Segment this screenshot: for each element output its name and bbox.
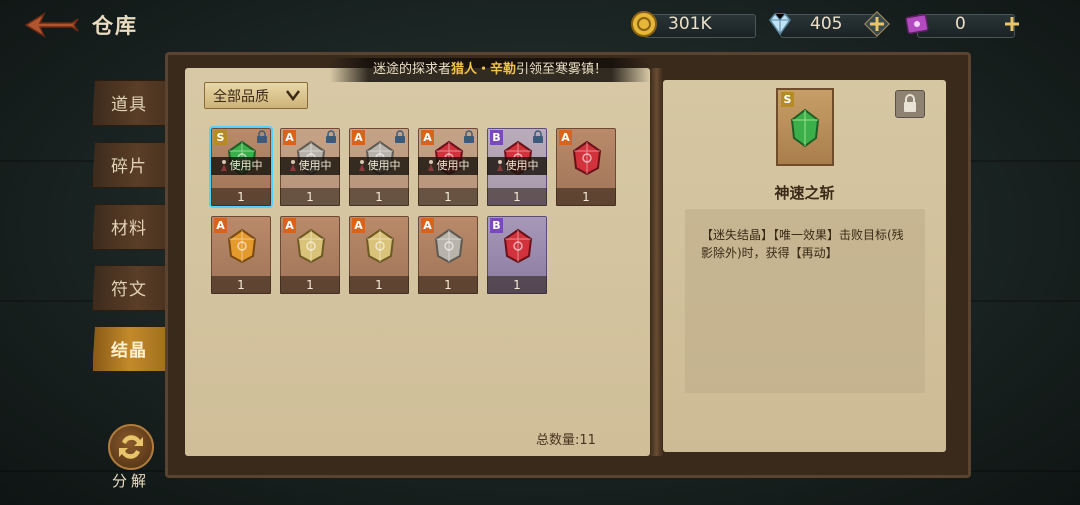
add-ticket-button[interactable] bbox=[999, 11, 1025, 37]
crystal-slot[interactable]: A1 bbox=[211, 216, 271, 294]
diamond-icon bbox=[766, 10, 794, 38]
item-count: 1 bbox=[211, 276, 271, 294]
item-count: 1 bbox=[280, 276, 340, 294]
in-use-tag: 使用中 bbox=[487, 157, 547, 175]
tab-label: 碎片 bbox=[111, 157, 147, 177]
lock-icon bbox=[257, 130, 267, 143]
grade-badge: A bbox=[421, 218, 434, 233]
tab-fragments[interactable]: 碎片 bbox=[92, 138, 168, 190]
crystal-slot[interactable]: B1 bbox=[487, 216, 547, 294]
red-crystal-icon bbox=[503, 228, 533, 264]
grade-badge: S bbox=[214, 130, 227, 145]
lock-toggle-button[interactable] bbox=[895, 90, 925, 118]
tab-crystals[interactable]: 结晶 bbox=[92, 322, 168, 374]
tab-materials[interactable]: 材料 bbox=[92, 200, 168, 252]
detail-item-card: S bbox=[776, 88, 834, 166]
diamond-resource: 405 bbox=[766, 10, 890, 40]
decompose-button[interactable]: 分解 bbox=[104, 424, 158, 490]
item-count: 1 bbox=[418, 276, 478, 294]
grade-badge: B bbox=[490, 218, 503, 233]
lock-icon bbox=[464, 130, 474, 143]
silver-crystal-icon bbox=[434, 228, 464, 264]
grade-badge: A bbox=[421, 130, 434, 145]
red-crystal-icon bbox=[572, 140, 602, 176]
lock-icon bbox=[904, 94, 916, 112]
crystal-slot[interactable]: B 使用中 1 bbox=[487, 128, 547, 206]
recycle-icon bbox=[119, 435, 143, 459]
lock-icon bbox=[395, 130, 405, 143]
hero-figure-icon bbox=[220, 159, 228, 171]
gold-coin-icon bbox=[630, 10, 658, 38]
lock-icon bbox=[533, 130, 543, 143]
grade-badge: A bbox=[559, 130, 572, 145]
in-use-tag: 使用中 bbox=[349, 157, 409, 175]
in-use-tag: 使用中 bbox=[280, 157, 340, 175]
crystal-slot[interactable]: S 使用中 1 bbox=[209, 126, 273, 208]
top-bar: 仓库 301K 405 0 bbox=[0, 0, 1080, 52]
crystal-slot[interactable]: A1 bbox=[556, 128, 616, 206]
ticket-value: 0 bbox=[955, 14, 966, 34]
item-count: 1 bbox=[349, 188, 409, 206]
ticket-resource: 0 bbox=[903, 10, 1027, 40]
item-count: 1 bbox=[349, 276, 409, 294]
chevron-down-icon bbox=[286, 90, 300, 101]
crystal-slot[interactable]: A 使用中 1 bbox=[418, 128, 478, 206]
tab-items[interactable]: 道具 bbox=[92, 76, 168, 128]
grade-badge: A bbox=[352, 130, 365, 145]
item-count: 1 bbox=[487, 188, 547, 206]
purple-ticket-icon bbox=[903, 10, 931, 38]
item-count: 1 bbox=[556, 188, 616, 206]
grade-badge: A bbox=[283, 130, 296, 145]
item-count: 1 bbox=[487, 276, 547, 294]
grade-badge: B bbox=[490, 130, 503, 145]
tab-label: 道具 bbox=[111, 95, 147, 115]
hero-figure-icon bbox=[289, 159, 297, 171]
hero-figure-icon bbox=[358, 159, 366, 171]
scrolling-notice: 迷途的探求者猎人・辛勒引领至寒雾镇！ bbox=[330, 58, 650, 82]
green-crystal-icon bbox=[790, 108, 820, 148]
item-count: 1 bbox=[280, 188, 340, 206]
gold-resource: 301K bbox=[630, 10, 756, 40]
back-arrow-icon[interactable] bbox=[22, 10, 82, 40]
filter-label: 全部品质 bbox=[213, 89, 269, 105]
hero-figure-icon bbox=[496, 159, 504, 171]
item-count: 1 bbox=[418, 188, 478, 206]
quality-filter-dropdown[interactable]: 全部品质 bbox=[204, 82, 308, 109]
in-use-tag: 使用中 bbox=[211, 157, 271, 175]
item-count: 1 bbox=[211, 188, 271, 206]
grade-badge: A bbox=[352, 218, 365, 233]
tab-runes[interactable]: 符文 bbox=[92, 261, 168, 313]
item-name: 神速之斩 bbox=[774, 184, 835, 202]
gold-crystal-icon bbox=[365, 228, 395, 264]
page-title: 仓库 bbox=[92, 14, 138, 38]
crystal-slot[interactable]: A 使用中 1 bbox=[349, 128, 409, 206]
crystal-slot[interactable]: A1 bbox=[418, 216, 478, 294]
orange-crystal-icon bbox=[227, 228, 257, 264]
diamond-value: 405 bbox=[810, 14, 843, 34]
lock-icon bbox=[326, 130, 336, 143]
crystal-slot[interactable]: A1 bbox=[280, 216, 340, 294]
add-diamond-button[interactable] bbox=[864, 10, 890, 37]
crystal-slot[interactable]: A1 bbox=[349, 216, 409, 294]
total-count: 总数量:11 bbox=[536, 433, 596, 448]
hero-figure-icon bbox=[427, 159, 435, 171]
gold-crystal-icon bbox=[296, 228, 326, 264]
tab-label: 符文 bbox=[111, 280, 147, 300]
book-spine bbox=[650, 68, 663, 456]
item-description: 【迷失结晶】【唯一效果】击败目标(残影除外)时，获得【再动】 bbox=[701, 228, 904, 260]
grade-badge: A bbox=[283, 218, 296, 233]
decompose-label: 分解 bbox=[111, 472, 150, 490]
tab-label: 材料 bbox=[111, 219, 147, 239]
tab-label: 结晶 bbox=[111, 341, 147, 361]
notice-highlight: 猎人・辛勒 bbox=[450, 62, 516, 77]
gold-value: 301K bbox=[668, 14, 712, 34]
grade-badge: A bbox=[214, 218, 227, 233]
in-use-tag: 使用中 bbox=[418, 157, 478, 175]
crystal-slot[interactable]: A 使用中 1 bbox=[280, 128, 340, 206]
